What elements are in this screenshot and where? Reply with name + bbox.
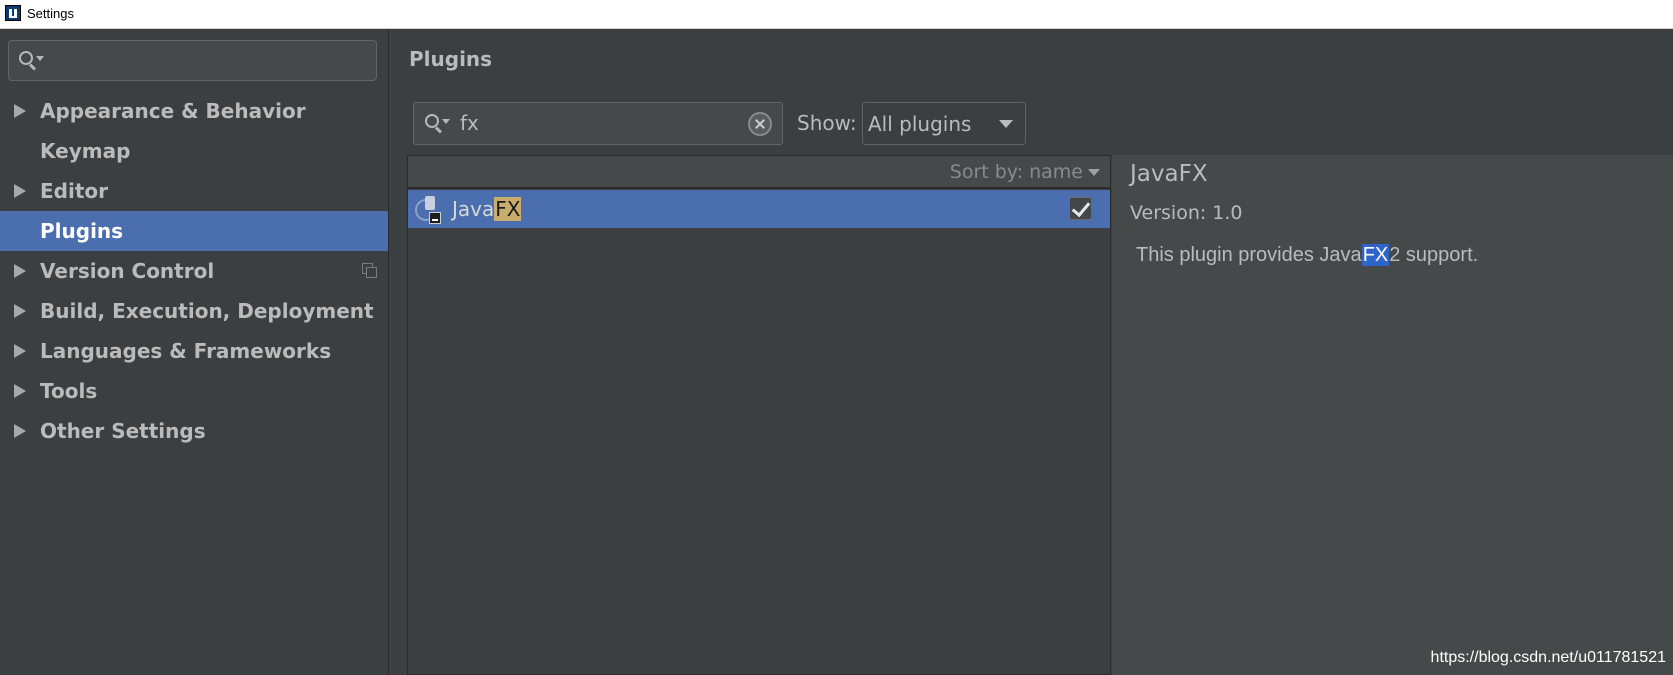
plugin-row-javafx[interactable]: JavaFX — [408, 190, 1110, 228]
expand-arrow-icon[interactable] — [14, 344, 26, 358]
plugin-detail-description: This plugin provides JavaFX2 support. — [1136, 244, 1478, 267]
plugin-detail-name: JavaFX — [1130, 161, 1208, 187]
clear-search-icon[interactable] — [748, 112, 772, 136]
sidebar-item-label: Version Control — [40, 259, 215, 283]
settings-search-input[interactable] — [8, 40, 377, 81]
window-title: Settings — [27, 6, 74, 21]
settings-sidebar: Appearance & Behavior Keymap Editor Plug… — [0, 29, 389, 675]
sidebar-item-label: Languages & Frameworks — [40, 339, 332, 363]
sidebar-item-tools[interactable]: Tools — [0, 371, 388, 411]
search-match-highlight: FX — [494, 197, 522, 221]
sidebar-item-label: Tools — [40, 379, 98, 403]
chevron-down-icon — [999, 120, 1013, 128]
sidebar-item-label: Editor — [40, 179, 108, 203]
page-title: Plugins — [409, 47, 493, 71]
watermark: https://blog.csdn.net/u011781521 — [1430, 649, 1666, 666]
sidebar-item-build-execution-deployment[interactable]: Build, Execution, Deployment — [0, 291, 388, 331]
sidebar-item-keymap[interactable]: Keymap — [0, 131, 388, 171]
sidebar-item-other-settings[interactable]: Other Settings — [0, 411, 388, 451]
show-filter-dropdown[interactable]: All plugins — [862, 102, 1026, 145]
plugin-name-text: Java — [452, 197, 495, 221]
expand-arrow-icon[interactable] — [14, 104, 26, 118]
expand-arrow-icon[interactable] — [14, 424, 26, 438]
search-icon[interactable] — [19, 51, 44, 71]
sidebar-item-label: Appearance & Behavior — [40, 99, 306, 123]
plugin-list: Sort by: name JavaFX — [407, 155, 1111, 675]
plugin-name: JavaFX — [452, 197, 522, 221]
plugin-search-value[interactable]: fx — [460, 111, 479, 135]
expand-arrow-icon[interactable] — [14, 184, 26, 198]
chevron-down-icon[interactable] — [1088, 169, 1100, 176]
sidebar-item-version-control[interactable]: Version Control — [0, 251, 388, 291]
sidebar-item-label: Other Settings — [40, 419, 206, 443]
intellij-app-icon — [5, 5, 21, 21]
title-bar: Settings — [0, 0, 1673, 29]
description-text: 2 support. — [1389, 244, 1479, 266]
sidebar-item-label: Plugins — [40, 219, 124, 243]
plugin-details: JavaFX Version: 1.0 This plugin provides… — [1112, 155, 1673, 675]
plugin-search-input[interactable]: fx — [413, 102, 783, 145]
plugin-detail-version: Version: 1.0 — [1130, 202, 1243, 224]
sidebar-item-languages-frameworks[interactable]: Languages & Frameworks — [0, 331, 388, 371]
expand-arrow-icon[interactable] — [14, 264, 26, 278]
sidebar-item-editor[interactable]: Editor — [0, 171, 388, 211]
sidebar-item-label: Build, Execution, Deployment — [40, 299, 374, 323]
expand-arrow-icon[interactable] — [14, 304, 26, 318]
show-filter-value: All plugins — [868, 112, 972, 136]
description-match-highlight: FX — [1361, 244, 1390, 266]
plugin-enabled-checkbox[interactable] — [1069, 197, 1092, 220]
sidebar-item-appearance-behavior[interactable]: Appearance & Behavior — [0, 91, 388, 131]
plugins-panel: Plugins fx Show: All plugins Sort by: na… — [390, 29, 1673, 675]
plugin-list-header: Sort by: name — [408, 156, 1110, 189]
settings-nav-tree: Appearance & Behavior Keymap Editor Plug… — [0, 91, 388, 451]
search-icon[interactable] — [425, 114, 450, 134]
sidebar-item-plugins[interactable]: Plugins — [0, 211, 388, 251]
expand-arrow-icon[interactable] — [14, 384, 26, 398]
copy-icon — [362, 263, 378, 279]
sidebar-item-label: Keymap — [40, 139, 131, 163]
sort-by-button[interactable]: Sort by: name — [950, 161, 1083, 183]
plugin-icon — [415, 196, 443, 224]
show-label: Show: — [797, 111, 857, 135]
description-text: This plugin provides Java — [1136, 244, 1362, 266]
